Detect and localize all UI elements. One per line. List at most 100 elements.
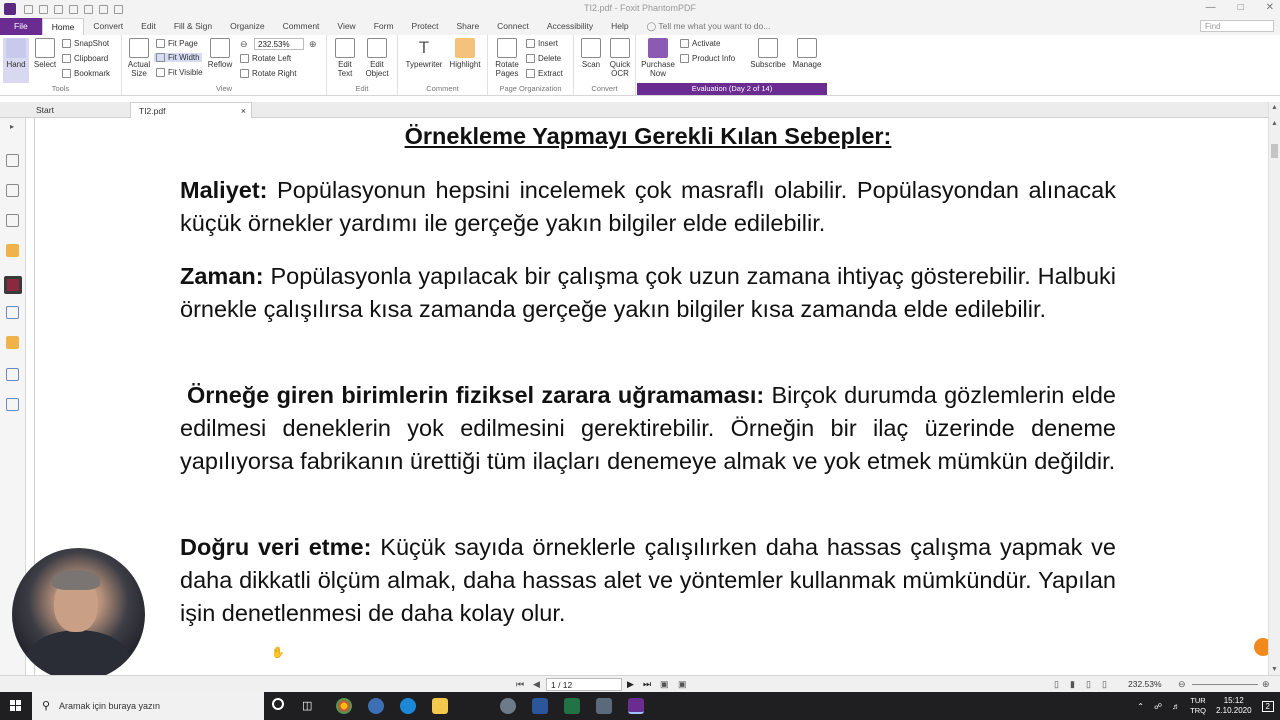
edge-icon[interactable] (400, 698, 416, 714)
snapshot-button[interactable]: SnapShot (62, 39, 109, 48)
comments-panel-icon[interactable] (6, 244, 19, 257)
close-window-button[interactable]: ✕ (1266, 2, 1274, 13)
tab-form[interactable]: Form (365, 18, 403, 35)
tab-protect[interactable]: Protect (403, 18, 448, 35)
tab-connect[interactable]: Connect (488, 18, 538, 35)
edit-text-button[interactable]: Edit Text (331, 38, 359, 78)
zoom-select[interactable]: 232.53% (254, 38, 304, 50)
status-zoom-in-icon[interactable]: ⊕ (1262, 679, 1270, 690)
cortana-icon[interactable] (272, 698, 284, 710)
extract-button[interactable]: Extract (526, 69, 563, 78)
tab-edit[interactable]: Edit (132, 18, 165, 35)
bookmarks-panel-icon[interactable] (6, 154, 19, 167)
volume-icon[interactable]: ♬ (1172, 702, 1180, 711)
page-number-input[interactable]: 1 / 12 (546, 678, 622, 691)
continuous-page-icon[interactable]: ▮ (1070, 679, 1075, 690)
fit-visible-button[interactable]: Fit Visible (156, 68, 203, 77)
bookmark-button[interactable]: Bookmark (62, 69, 110, 78)
rotate-left-button[interactable]: Rotate Left (240, 54, 291, 63)
scroll-down-icon[interactable]: ▼ (1271, 666, 1278, 673)
edit-object-button[interactable]: Edit Object (361, 38, 393, 78)
lock-panel-icon[interactable] (6, 336, 19, 349)
first-page-icon[interactable]: ⏮ (516, 679, 524, 690)
zoom-slider[interactable] (1192, 684, 1258, 685)
reflow-button[interactable]: Reflow (206, 38, 234, 69)
continuous-facing-icon[interactable]: ▯ (1102, 679, 1107, 690)
security-panel-icon[interactable] (4, 276, 22, 294)
language-indicator[interactable]: TUR TRQ (1190, 696, 1206, 716)
manage-button[interactable]: Manage (790, 38, 824, 69)
expand-panel-icon[interactable]: ▸ (10, 122, 14, 131)
tab-organize[interactable]: Organize (221, 18, 274, 35)
tab-home[interactable]: Home (41, 18, 85, 35)
document-app-icon[interactable] (596, 698, 612, 714)
tab-file[interactable]: File (0, 18, 42, 35)
rotate-pages-button[interactable]: Rotate Pages (492, 38, 522, 78)
activate-button[interactable]: Activate (680, 39, 720, 48)
scan-button[interactable]: Scan (579, 38, 603, 69)
file-explorer-icon[interactable] (432, 698, 448, 714)
last-page-icon[interactable]: ⏭ (643, 679, 651, 690)
tell-me-box[interactable]: ◯ Tell me what you want to do... (638, 18, 780, 35)
actual-size-button[interactable]: Actual Size (126, 38, 152, 78)
fit-page-button[interactable]: Fit Page (156, 39, 198, 48)
next-view-icon[interactable]: ▣ (678, 679, 687, 690)
network-icon[interactable]: ☍ (1154, 702, 1162, 711)
tab-comment[interactable]: Comment (274, 18, 329, 35)
tab-convert[interactable]: Convert (84, 18, 132, 35)
tab-start[interactable]: Start (28, 102, 128, 118)
find-input[interactable]: Find (1200, 20, 1274, 32)
previous-page-icon[interactable]: ◀ (533, 679, 540, 690)
quick-ocr-button[interactable]: Quick OCR (606, 38, 634, 78)
chat-app-icon[interactable] (500, 698, 516, 714)
facing-page-icon[interactable]: ▯ (1086, 679, 1091, 690)
status-zoom-level[interactable]: 232.53% (1128, 679, 1162, 689)
layers-panel-icon[interactable] (6, 214, 19, 227)
attachments-panel-icon[interactable] (6, 306, 19, 319)
tools-panel-icon[interactable] (6, 398, 19, 411)
tab-document[interactable]: TI2.pdf × (130, 102, 252, 118)
previous-view-icon[interactable]: ▣ (660, 679, 669, 690)
insert-button[interactable]: Insert (526, 39, 558, 48)
highlight-button[interactable]: Highlight (448, 38, 482, 69)
vertical-scrollbar[interactable]: ▲ ▲ ▼ (1268, 102, 1280, 675)
rotate-right-button[interactable]: Rotate Right (240, 69, 296, 78)
pages-panel-icon[interactable] (6, 184, 19, 197)
clipboard-button[interactable]: Clipboard (62, 54, 108, 63)
scroll-up-page-icon[interactable]: ▲ (1271, 120, 1278, 127)
select-button[interactable]: Select (32, 38, 58, 69)
product-info-button[interactable]: Product Info (680, 54, 735, 63)
typewriter-button[interactable]: T Typewriter (404, 38, 444, 69)
task-view-icon[interactable]: ◫ (302, 699, 312, 712)
tab-help[interactable]: Help (602, 18, 637, 35)
word-icon[interactable] (532, 698, 548, 714)
start-button[interactable] (0, 692, 32, 720)
subscribe-button[interactable]: Subscribe (750, 38, 786, 69)
chrome-icon[interactable] (336, 698, 352, 714)
zoom-in-icon[interactable]: ⊕ (309, 39, 317, 50)
next-page-icon[interactable]: ▶ (627, 679, 634, 690)
close-tab-icon[interactable]: × (241, 103, 246, 119)
zoom-out-icon[interactable]: ⊖ (240, 39, 248, 50)
tab-view[interactable]: View (328, 18, 364, 35)
scroll-thumb[interactable] (1271, 144, 1278, 158)
clock[interactable]: 15:12 2.10.2020 (1216, 696, 1252, 716)
purchase-now-button[interactable]: Purchase Now (640, 38, 676, 78)
maximize-button[interactable]: □ (1238, 2, 1244, 13)
excel-icon[interactable] (564, 698, 580, 714)
status-zoom-out-icon[interactable]: ⊖ (1178, 679, 1186, 690)
foxit-taskbar-icon[interactable] (628, 698, 644, 714)
tray-chevron-icon[interactable]: ⌃ (1137, 702, 1144, 711)
single-page-icon[interactable]: ▯ (1054, 679, 1059, 690)
tab-share[interactable]: Share (447, 18, 488, 35)
minimize-button[interactable]: — (1206, 2, 1216, 13)
content-panel-icon[interactable] (6, 368, 19, 381)
tab-accessibility[interactable]: Accessibility (538, 18, 602, 35)
fit-width-button[interactable]: Fit Width (154, 53, 202, 62)
scroll-up-icon[interactable]: ▲ (1271, 104, 1278, 111)
notification-center-icon[interactable]: 2 (1261, 700, 1274, 712)
network-app-icon[interactable] (368, 698, 384, 714)
taskbar-search[interactable]: ⚲ Aramak için buraya yazın (32, 692, 264, 720)
tab-fill-sign[interactable]: Fill & Sign (165, 18, 221, 35)
hand-button[interactable]: Hand (3, 38, 29, 83)
